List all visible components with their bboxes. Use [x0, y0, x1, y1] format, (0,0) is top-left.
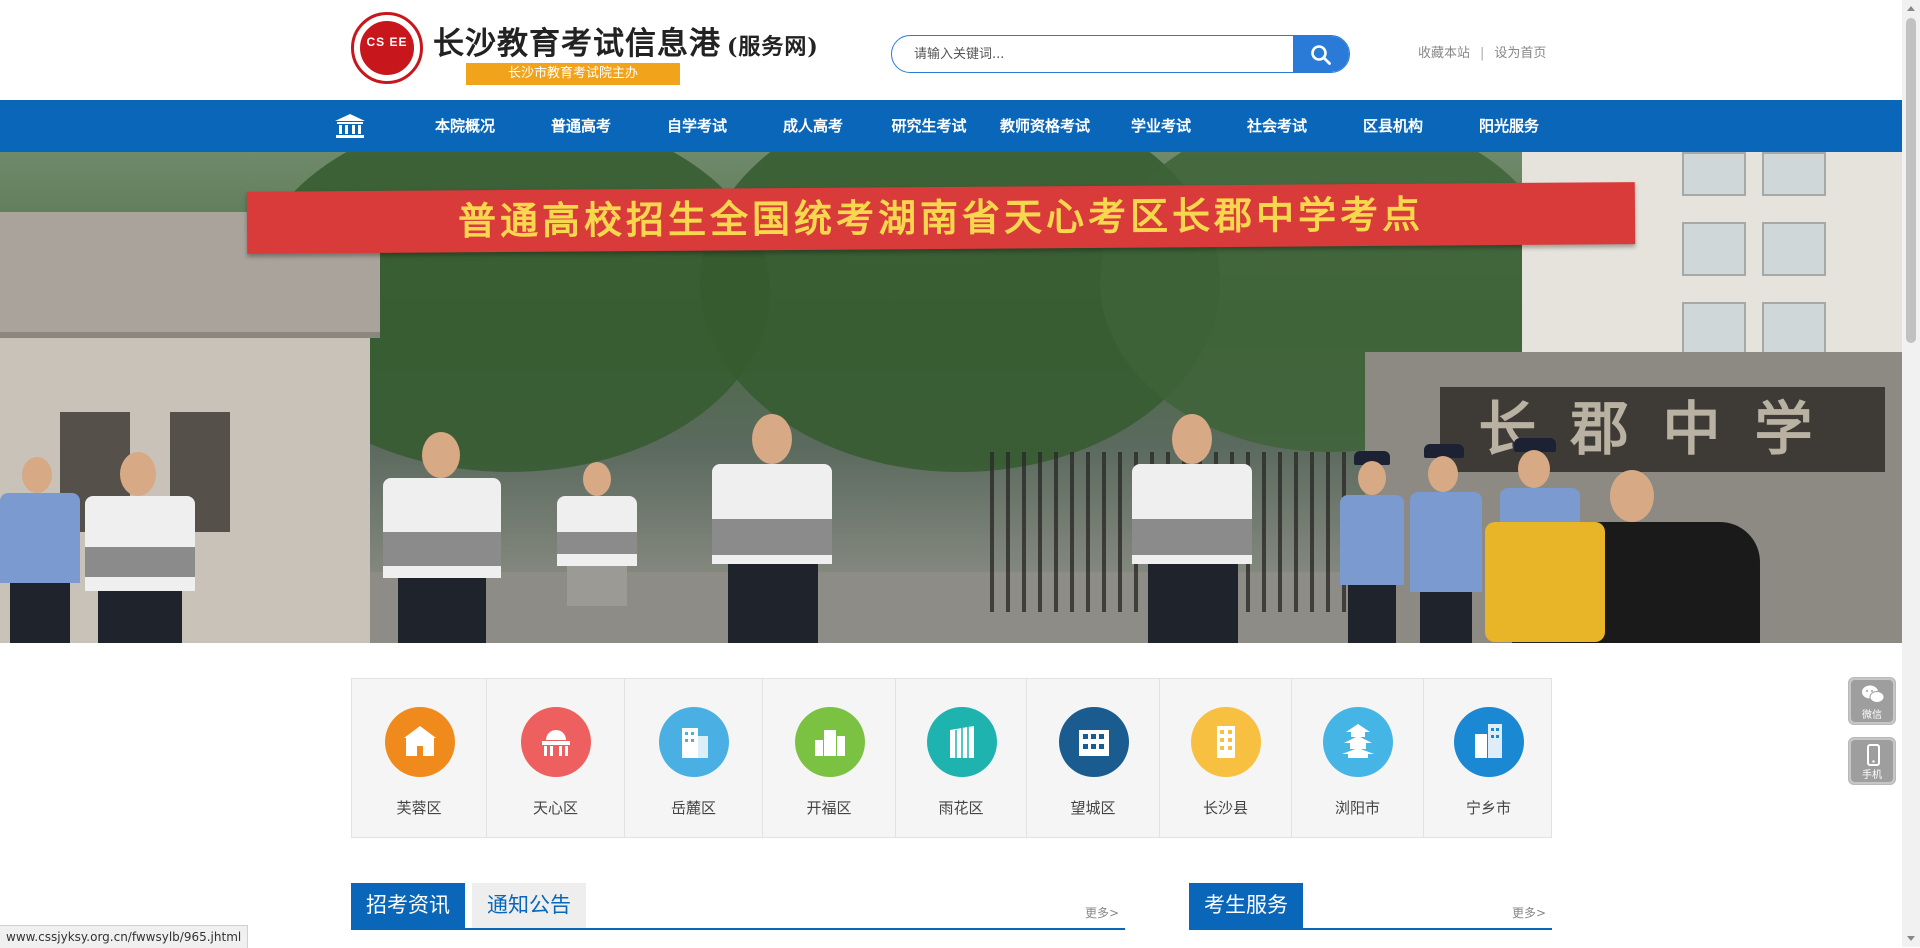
district-icon-circle	[1323, 707, 1393, 777]
search-box	[891, 35, 1350, 73]
logo-monogram: CS EE	[366, 35, 408, 49]
site-title[interactable]: 长沙教育考试信息港 (服务网)	[433, 18, 819, 63]
page-scrollbar[interactable]	[1902, 0, 1920, 947]
yellow-barrier	[1485, 522, 1605, 642]
school-building-icon	[404, 726, 436, 756]
wechat-button[interactable]: 微信	[1848, 677, 1896, 725]
district-icon-circle	[1454, 707, 1524, 777]
nav-item-academic[interactable]: 学业考试	[1103, 100, 1219, 152]
pagoda-icon	[1342, 724, 1374, 758]
site-header: CS EE 长沙教育考试信息港(服务网) 长沙市教育考试院主办 收藏本站 | 设为首…	[0, 0, 1902, 100]
status-bar-url: www.cssjyksy.org.cn/fwwsylb/965.jhtml	[0, 925, 249, 948]
main-nav: 本院概况 普通高考 自学考试 成人高考 研究生考试 教师资格考试 学业考试 社会…	[0, 100, 1902, 152]
service-title[interactable]: 考生服务	[1189, 883, 1303, 928]
district-label: 雨花区	[938, 799, 984, 817]
district-label: 宁乡市	[1465, 799, 1511, 817]
district-tile[interactable]: 长沙县	[1160, 679, 1292, 837]
nav-item-districts[interactable]: 区县机构	[1335, 100, 1451, 152]
search-icon	[1311, 45, 1331, 65]
tab-admission-news[interactable]: 招考资讯	[351, 883, 465, 928]
glass-tower-icon	[950, 726, 974, 758]
district-tile[interactable]: 岳麓区	[625, 679, 763, 837]
capitol-building-icon	[542, 730, 570, 756]
district-tile[interactable]: 望城区	[1027, 679, 1160, 837]
add-favorite-link[interactable]: 收藏本站	[1418, 46, 1470, 61]
city-skyline-icon	[815, 730, 845, 756]
district-tile[interactable]: 开福区	[763, 679, 896, 837]
mobile-label: 手机	[1862, 770, 1882, 781]
search-button[interactable]	[1293, 36, 1349, 72]
home-icon[interactable]	[333, 112, 367, 140]
district-strip: 芙蓉区 天心区 岳麓区 开福区 雨花区 望城区 长沙县 浏阳市 宁乡市	[351, 678, 1552, 838]
nav-item-self-study[interactable]: 自学考试	[639, 100, 755, 152]
district-label: 芙蓉区	[396, 799, 442, 817]
nav-item-sunshine[interactable]: 阳光服务	[1451, 100, 1567, 152]
hero-banner[interactable]: 长郡中学 普通高校招生全国统考湖南省天心考区长郡中学考点	[0, 152, 1902, 643]
logo-emblem-icon[interactable]: CS EE	[351, 12, 423, 84]
district-label: 岳麓区	[670, 799, 716, 817]
district-label: 长沙县	[1202, 799, 1248, 817]
wechat-label: 微信	[1862, 710, 1882, 721]
district-tile[interactable]: 天心区	[487, 679, 625, 837]
district-label: 望城区	[1070, 799, 1116, 817]
red-banner: 普通高校招生全国统考湖南省天心考区长郡中学考点	[246, 182, 1636, 254]
wechat-icon	[1862, 685, 1885, 703]
district-tile[interactable]: 宁乡市	[1424, 679, 1553, 837]
district-label: 开福区	[806, 799, 852, 817]
tower-building-icon	[1217, 726, 1235, 758]
mobile-button[interactable]: 手机	[1848, 737, 1896, 785]
tab-notices[interactable]: 通知公告	[472, 883, 586, 928]
school-plaque: 长郡中学	[1440, 387, 1885, 472]
scroll-down-arrow[interactable]	[1907, 936, 1915, 941]
site-title-main: 长沙教育考试信息港	[433, 26, 721, 62]
nav-item-teacher-cert[interactable]: 教师资格考试	[987, 100, 1103, 152]
district-icon-circle	[521, 707, 591, 777]
district-label: 天心区	[532, 799, 578, 817]
nav-item-college-entrance[interactable]: 普通高考	[523, 100, 639, 152]
district-label: 浏阳市	[1334, 799, 1380, 817]
nav-item-overview[interactable]: 本院概况	[407, 100, 523, 152]
search-input[interactable]	[892, 36, 1314, 72]
nav-item-graduate[interactable]: 研究生考试	[871, 100, 987, 152]
mobile-phone-icon	[1867, 744, 1880, 766]
service-section-header: 考生服务 更多>	[1189, 883, 1552, 930]
district-tile[interactable]: 芙蓉区	[352, 679, 487, 837]
logo-ring: CS EE	[360, 21, 414, 75]
nav-item-social-exam[interactable]: 社会考试	[1219, 100, 1335, 152]
district-icon-circle	[795, 707, 865, 777]
highrise-icon	[1475, 724, 1502, 758]
office-building-icon	[682, 728, 708, 758]
district-icon-circle	[927, 707, 997, 777]
news-section-header: 招考资讯 通知公告 更多>	[351, 883, 1125, 930]
district-tile[interactable]: 浏阳市	[1292, 679, 1424, 837]
top-links: 收藏本站 | 设为首页	[1418, 42, 1546, 61]
district-icon-circle	[1059, 707, 1129, 777]
sponsor-label: 长沙市教育考试院主办	[466, 63, 680, 85]
red-banner-text: 普通高校招生全国统考湖南省天心考区长郡中学考点	[457, 191, 1425, 244]
site-title-suffix: (服务网)	[727, 34, 819, 60]
nav-item-adult-exam[interactable]: 成人高考	[755, 100, 871, 152]
district-tile[interactable]: 雨花区	[896, 679, 1027, 837]
district-icon-circle	[385, 707, 455, 777]
scroll-up-arrow[interactable]	[1907, 6, 1915, 11]
news-more-link[interactable]: 更多>	[1085, 904, 1119, 921]
apartment-block-icon	[1079, 730, 1109, 756]
set-homepage-link[interactable]: 设为首页	[1494, 46, 1546, 61]
link-separator: |	[1480, 46, 1485, 61]
district-icon-circle	[659, 707, 729, 777]
scrollbar-thumb[interactable]	[1906, 18, 1916, 343]
service-more-link[interactable]: 更多>	[1512, 904, 1546, 921]
district-icon-circle	[1191, 707, 1261, 777]
